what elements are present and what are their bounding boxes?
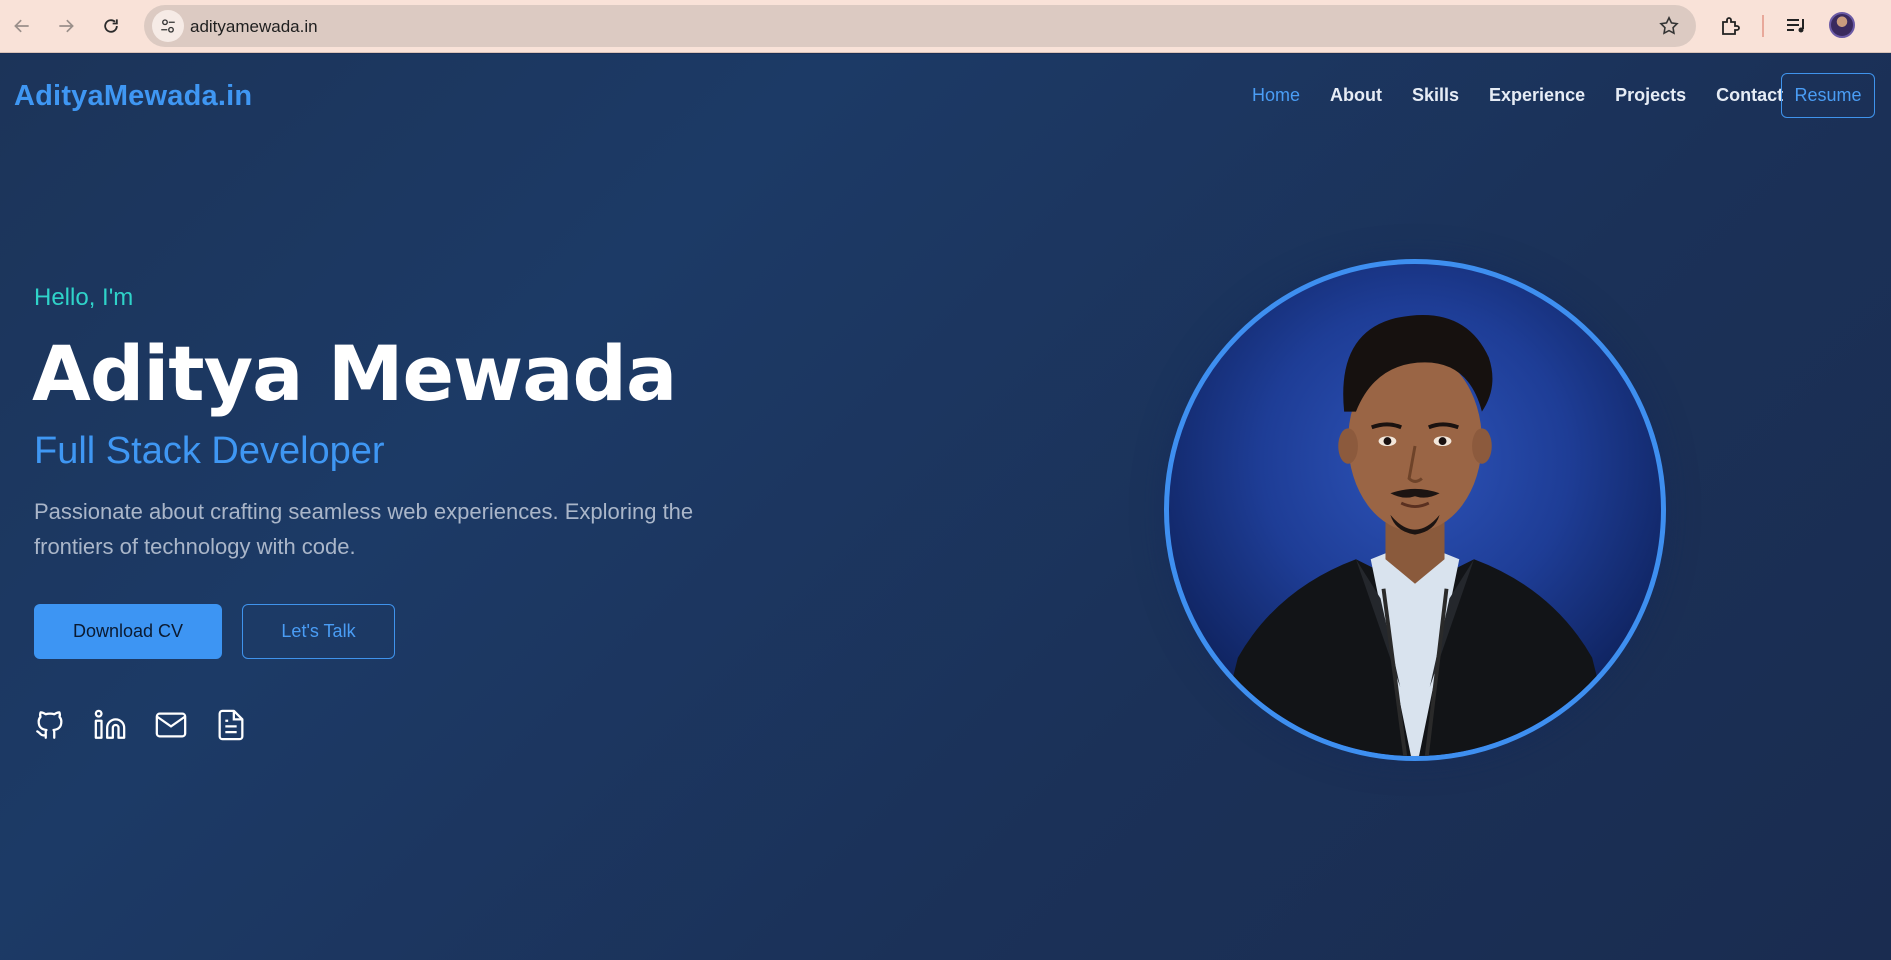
media-button[interactable] [1782,12,1810,40]
hero-description: Passionate about crafting seamless web e… [34,499,694,559]
tune-icon [161,19,175,33]
address-bar[interactable]: adityamewada.in [144,5,1696,47]
mail-icon [155,712,187,738]
nav-home[interactable]: Home [1252,85,1300,106]
puzzle-icon [1722,17,1740,35]
site-logo[interactable]: AdityaMewada.in [14,80,252,113]
arrow-right-icon [59,19,74,33]
hero-role: Full Stack Developer [34,430,385,472]
email-link[interactable] [153,707,189,743]
lets-talk-button[interactable]: Let's Talk [242,604,395,659]
arrow-left-icon [14,19,29,33]
profile-photo [1164,259,1666,761]
nav-contact[interactable]: Contact [1716,85,1783,106]
nav-projects[interactable]: Projects [1615,85,1686,106]
github-link[interactable] [32,707,68,743]
nav-about[interactable]: About [1330,85,1382,106]
main-nav: Home About Skills Experience Projects Co… [1252,85,1813,106]
portrait-illustration [1213,314,1617,756]
reload-button[interactable] [95,10,127,42]
hero-name: Aditya Mewada [32,329,677,418]
download-cv-button[interactable]: Download CV [34,604,222,659]
url-text[interactable]: adityamewada.in [190,17,318,37]
nav-skills[interactable]: Skills [1412,85,1459,106]
toolbar-divider [1762,15,1764,37]
playlist-icon [1787,19,1804,33]
linkedin-link[interactable] [92,707,128,743]
profile-avatar[interactable] [1829,12,1855,38]
github-icon [36,711,63,739]
extensions-button[interactable] [1716,12,1744,40]
resume-button[interactable]: Resume [1781,73,1875,118]
bookmark-star-icon[interactable] [1658,15,1680,37]
document-icon [218,709,244,741]
forward-button[interactable] [50,10,82,42]
greeting-text: Hello, I'm [34,284,134,311]
browser-toolbar: adityamewada.in [0,0,1891,53]
hero-page: AdityaMewada.in Home About Skills Experi… [0,54,1891,960]
resume-doc-link[interactable] [213,707,249,743]
back-button[interactable] [6,10,38,42]
nav-experience[interactable]: Experience [1489,85,1585,106]
reload-icon [104,19,118,33]
linkedin-icon [94,709,126,739]
site-settings-button[interactable] [152,10,184,42]
